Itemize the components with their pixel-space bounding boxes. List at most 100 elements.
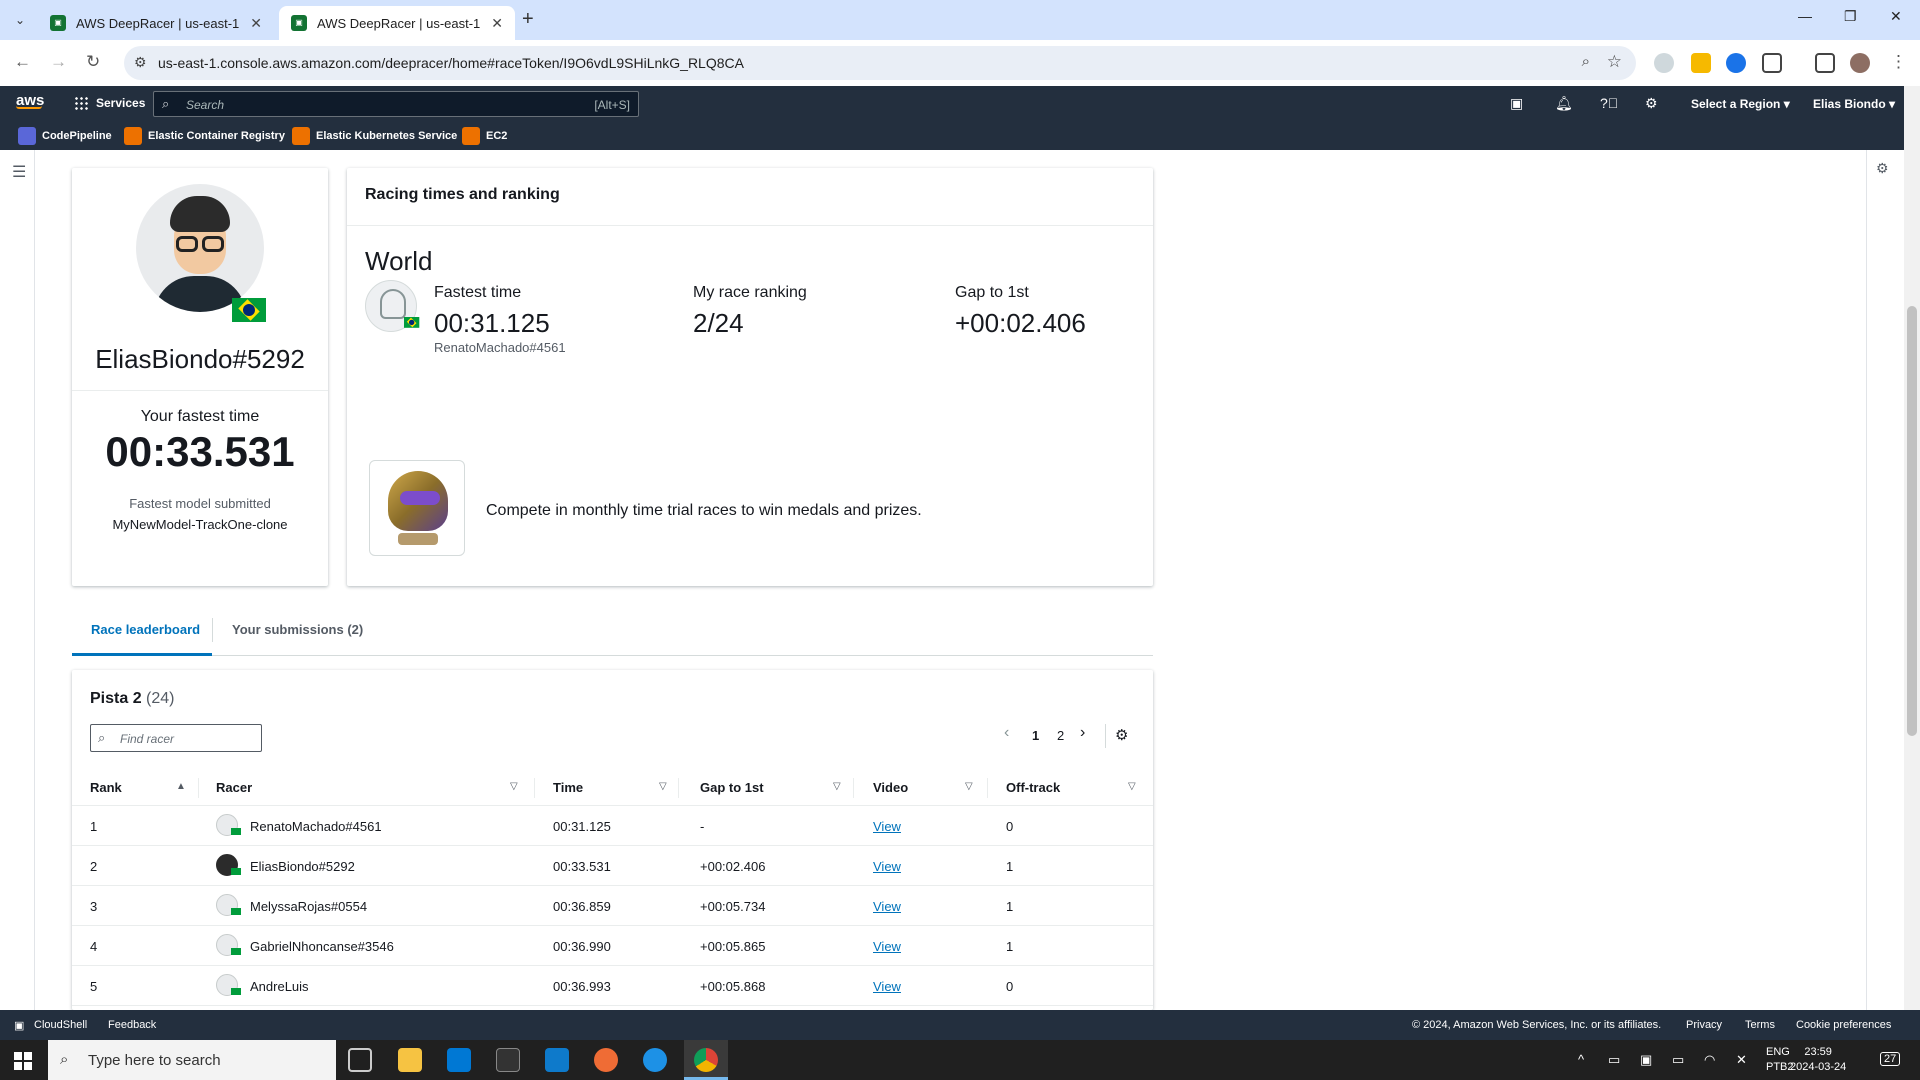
table-preferences-gear-icon[interactable]: ⚙ xyxy=(1115,726,1128,744)
privacy-link[interactable]: Privacy xyxy=(1686,1019,1722,1031)
site-info-icon[interactable]: ⚙ xyxy=(134,54,147,71)
extensions-puzzle-icon[interactable] xyxy=(1762,53,1782,73)
scrollbar-thumb[interactable] xyxy=(1907,306,1917,736)
bookmark-star-icon[interactable]: ☆ xyxy=(1607,52,1622,72)
extension-cast-icon[interactable] xyxy=(1726,53,1746,73)
rank-cell: 3 xyxy=(90,899,98,914)
tray-chevron-icon[interactable]: ^ xyxy=(1578,1052,1584,1067)
meet-icon[interactable]: ▭ xyxy=(1608,1052,1620,1068)
favorite-eks[interactable]: Elastic Kubernetes Service xyxy=(292,127,457,145)
browser-menu-icon[interactable]: ⋮ xyxy=(1890,52,1907,72)
racer-username: EliasBiondo#5292 xyxy=(95,344,305,374)
volume-muted-icon[interactable]: ✕ xyxy=(1736,1052,1747,1068)
column-offtrack[interactable]: Off-track xyxy=(1006,780,1060,795)
favorite-codepipeline[interactable]: CodePipeline xyxy=(18,127,112,145)
chrome-icon[interactable] xyxy=(694,1048,718,1072)
help-icon[interactable]: ?⃝ xyxy=(1600,95,1618,111)
tab-race-leaderboard[interactable]: Race leaderboard xyxy=(91,622,200,637)
vscode-icon[interactable] xyxy=(545,1048,569,1072)
browser-tab-2-active[interactable]: ▣ AWS DeepRacer | us-east-1 ✕ xyxy=(279,6,515,40)
zoom-icon[interactable]: ⌕ xyxy=(1582,53,1590,70)
file-explorer-icon[interactable] xyxy=(398,1048,422,1072)
task-view-icon[interactable] xyxy=(348,1048,372,1072)
forward-arrow-icon[interactable]: → xyxy=(50,52,67,72)
reload-icon[interactable]: ↻ xyxy=(86,52,100,72)
minimize-icon[interactable]: — xyxy=(1798,8,1812,24)
column-video[interactable]: Video xyxy=(873,780,908,795)
url-text[interactable]: us-east-1.console.aws.amazon.com/deeprac… xyxy=(158,55,744,71)
aws-search-input[interactable]: ⌕ Search [Alt+S] xyxy=(153,91,639,117)
favorite-ecr[interactable]: Elastic Container Registry xyxy=(124,127,285,145)
column-rank[interactable]: Rank xyxy=(90,780,122,795)
notifications-bell-icon[interactable]: 🔔︎ xyxy=(1555,95,1573,112)
cloudshell-footer-icon[interactable]: ▣ xyxy=(14,1019,24,1032)
view-video-link[interactable]: View xyxy=(873,819,901,834)
sort-icon[interactable]: ▽ xyxy=(965,781,973,792)
postman-icon[interactable] xyxy=(594,1048,618,1072)
browser-tab-1[interactable]: ▣ AWS DeepRacer | us-east-1 ✕ xyxy=(38,6,274,40)
feedback-link[interactable]: Feedback xyxy=(108,1019,156,1031)
system-clock[interactable]: 23:59 2024-03-24 xyxy=(1790,1045,1846,1075)
aws-logo[interactable]: aws xyxy=(16,92,44,109)
terms-link[interactable]: Terms xyxy=(1745,1019,1775,1031)
fastest-time-value: 00:33.531 xyxy=(105,428,295,475)
notification-center-badge[interactable]: 27 xyxy=(1880,1052,1901,1066)
view-video-link[interactable]: View xyxy=(873,979,901,994)
services-menu-button[interactable]: Services xyxy=(74,96,145,110)
restore-icon[interactable]: ❐ xyxy=(1844,8,1857,25)
cloudshell-icon[interactable]: ▣ xyxy=(1510,95,1523,112)
extension-icon[interactable] xyxy=(1654,53,1674,73)
view-video-link[interactable]: View xyxy=(873,899,901,914)
divider xyxy=(72,390,328,391)
page-1-button[interactable]: 1 xyxy=(1032,728,1039,743)
tab-search-chevron-icon[interactable]: ⌄ xyxy=(8,8,32,32)
column-divider xyxy=(198,778,199,798)
region-selector[interactable]: Select a Region ▾ xyxy=(1691,97,1790,111)
racer-cell: GabrielNhoncanse#3546 xyxy=(250,939,394,954)
cookie-preferences-link[interactable]: Cookie preferences xyxy=(1796,1019,1891,1031)
settings-gear-icon[interactable]: ⚙ xyxy=(1645,95,1658,112)
close-tab-icon[interactable]: ✕ xyxy=(491,15,503,32)
next-page-icon[interactable]: › xyxy=(1080,724,1085,742)
microsoft-store-icon[interactable] xyxy=(447,1048,471,1072)
new-tab-icon[interactable]: + xyxy=(522,8,534,31)
tab-your-submissions[interactable]: Your submissions (2) xyxy=(232,622,363,637)
rank-cell: 2 xyxy=(90,859,98,874)
leaderboard-tabs: Race leaderboard Your submissions (2) xyxy=(72,612,1153,656)
favorite-ec2[interactable]: EC2 xyxy=(462,127,507,145)
view-video-link[interactable]: View xyxy=(873,939,901,954)
back-arrow-icon[interactable]: ← xyxy=(14,52,31,72)
extension-folder-icon[interactable] xyxy=(1691,53,1711,73)
column-time[interactable]: Time xyxy=(553,780,583,795)
address-bar[interactable]: ⚙ us-east-1.console.aws.amazon.com/deepr… xyxy=(124,46,1636,80)
page-2-button[interactable]: 2 xyxy=(1057,728,1064,743)
profile-avatar-icon[interactable] xyxy=(1850,53,1870,73)
cloudshell-link[interactable]: CloudShell xyxy=(34,1019,87,1031)
docker-icon[interactable] xyxy=(643,1048,667,1072)
sort-ascending-icon[interactable]: ▲ xyxy=(176,781,186,792)
sort-icon[interactable]: ▽ xyxy=(833,781,841,792)
find-racer-input[interactable]: ⌕ Find racer xyxy=(90,724,262,752)
column-gap[interactable]: Gap to 1st xyxy=(700,780,764,795)
wifi-icon[interactable]: ◠ xyxy=(1704,1052,1715,1068)
window-close-icon[interactable]: ✕ xyxy=(1890,8,1902,25)
sort-icon[interactable]: ▽ xyxy=(1128,781,1136,792)
taskbar-search-box[interactable]: ⌕ Type here to search xyxy=(48,1040,336,1080)
previous-page-icon[interactable]: ‹ xyxy=(1004,724,1009,742)
sort-icon[interactable]: ▽ xyxy=(510,781,518,792)
leaderboard-title: Pista 2 (24) xyxy=(90,690,175,708)
terminal-icon[interactable] xyxy=(496,1048,520,1072)
hamburger-menu-icon[interactable]: ☰ xyxy=(12,162,26,182)
view-video-link[interactable]: View xyxy=(873,859,901,874)
leaderboard-card: Pista 2 (24) ⌕ Find racer ‹ 1 2 › ⚙ Rank… xyxy=(72,670,1153,1010)
windows-start-icon[interactable] xyxy=(14,1052,32,1070)
column-racer[interactable]: Racer xyxy=(216,780,252,795)
tools-panel-icon[interactable]: ⚙ xyxy=(1876,160,1889,177)
side-panel-icon[interactable] xyxy=(1815,53,1835,73)
display-icon[interactable]: ▣ xyxy=(1640,1052,1652,1068)
close-tab-icon[interactable]: ✕ xyxy=(250,15,262,32)
battery-icon[interactable]: ▭ xyxy=(1672,1052,1684,1068)
page-scrollbar[interactable] xyxy=(1904,86,1920,1010)
sort-icon[interactable]: ▽ xyxy=(659,781,667,792)
account-menu[interactable]: Elias Biondo ▾ xyxy=(1813,97,1895,111)
